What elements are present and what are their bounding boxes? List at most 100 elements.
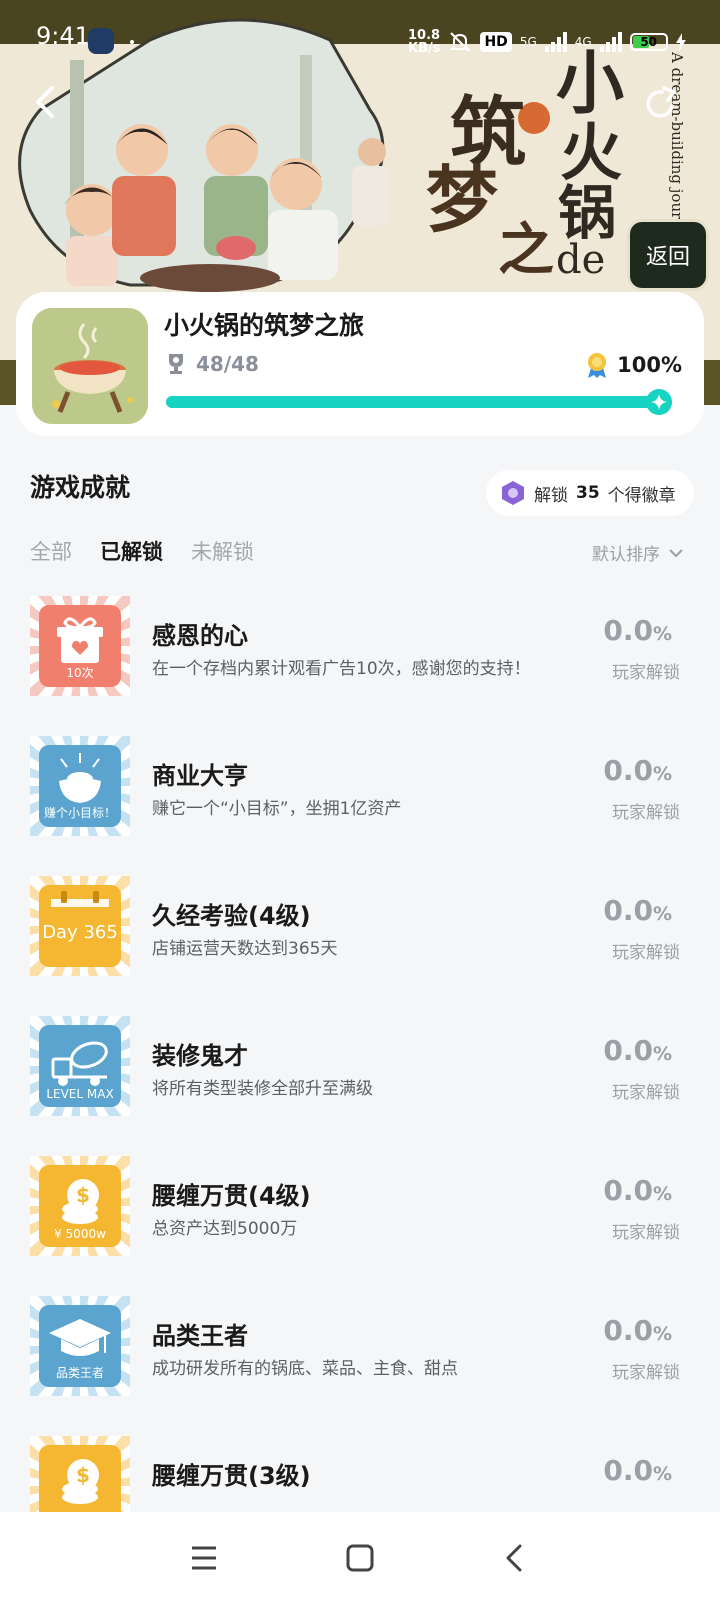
achievement-row[interactable]: $ ¥ 5000w 腰缠万贯(4级) 总资产达到5000万 0.0% 玩家解锁 (0, 1156, 720, 1260)
share-icon[interactable] (642, 84, 682, 124)
status-bar: 9:41 10.8 KB/s HD 5G 4G 50 (0, 0, 720, 55)
return-button[interactable]: 返回 (630, 222, 706, 288)
achievement-row[interactable]: 赚个小目标！ 商业大亨 赚它一个“小目标”，坐拥1亿资产 0.0% 玩家解锁 (0, 736, 720, 840)
achievement-title: 久经考验(4级) (152, 902, 311, 930)
hero-title-char: 火 (560, 116, 623, 189)
battery-level: 50 (640, 35, 658, 49)
unlock-rate: 0.0% (603, 754, 672, 787)
badge-caption: LEVEL MAX (46, 1087, 114, 1101)
unlock-rate-value: 0.0 (603, 1314, 653, 1347)
unlock-rate: 0.0% (603, 1454, 672, 1487)
unlock-rate-value: 0.0 (603, 614, 653, 647)
achievement-description: 将所有类型装修全部升至满级 (152, 1079, 373, 1099)
unlock-rate-label: 玩家解锁 (612, 1083, 680, 1103)
svg-text:$: $ (76, 1463, 90, 1487)
home-icon[interactable] (340, 1538, 380, 1578)
unlock-rate-label: 玩家解锁 (612, 943, 680, 963)
progress-sparkle-icon (646, 389, 672, 415)
achievement-badge: $ ¥ 5000w (30, 1156, 130, 1256)
hero-title-char: 锅 (558, 179, 617, 247)
achievement-title: 腰缠万贯(3级) (152, 1462, 311, 1490)
badge-suffix: 个得徽章 (607, 485, 676, 506)
unlock-rate-value: 0.0 (603, 894, 653, 927)
achievement-row[interactable]: Day 365 久经考验(4级) 店铺运营天数达到365天 0.0% 玩家解锁 (0, 876, 720, 980)
badge-count: 35 (576, 483, 600, 503)
trophy-icon (169, 354, 183, 374)
achievement-badge: Day 365 (30, 876, 130, 976)
game-title: 小火锅的筑梦之旅 (164, 311, 365, 340)
unlock-rate-value: 0.0 (603, 754, 653, 787)
medal-icon (588, 353, 607, 378)
badge-icon (502, 481, 524, 505)
hotpot-logo-icon (32, 308, 148, 424)
badge-caption: 10次 (66, 666, 94, 680)
achievement-description: 成功研发所有的锅底、菜品、主食、甜点 (152, 1359, 458, 1379)
signal-label-5g: 5G (519, 35, 537, 49)
hero-title-char: 小 (556, 44, 625, 124)
app-notification-icon (88, 28, 114, 54)
unlock-rate-label: 玩家解锁 (612, 1363, 680, 1383)
completion-rate: 100% (585, 352, 682, 378)
tab-all[interactable]: 全部 (30, 536, 72, 566)
status-indicators: 10.8 KB/s HD 5G 4G 50 (408, 28, 686, 56)
achievement-row[interactable]: 10次 感恩的心在一个存档内累计观看广告10次，感谢您的支持！ 0.0% 玩家解锁 (0, 596, 720, 700)
game-summary-card: 小火锅的筑梦之旅 48/48 100% (16, 292, 704, 436)
completion-value: 100% (617, 353, 682, 377)
achievement-title: 品类王者 (152, 1322, 248, 1350)
hero-title-char: de (556, 237, 606, 283)
unlock-rate-value: 0.0 (603, 1034, 653, 1067)
tab-locked[interactable]: 未解锁 (191, 536, 254, 566)
hero-title-char: 梦 (426, 157, 499, 242)
trophy-count: 48/48 (166, 352, 259, 376)
achievement-badge: 品类王者 (30, 1296, 130, 1396)
sort-dropdown[interactable]: 默认排序 (592, 540, 684, 565)
progress-fill (166, 396, 672, 408)
unlock-rate: 0.0% (603, 614, 672, 647)
back-icon[interactable] (496, 1538, 536, 1578)
signal-label-4g: 4G (574, 35, 592, 49)
signal-strength-icon (599, 32, 622, 52)
unlock-rate-unit: % (652, 903, 672, 925)
achievements-section-title: 游戏成就 (30, 473, 131, 502)
achievement-row[interactable]: LEVEL MAX 装修鬼才将所有类型装修全部升至满级 0.0% 玩家解锁 (0, 1016, 720, 1120)
sort-label: 默认排序 (592, 545, 660, 565)
mute-bell-icon (450, 32, 471, 52)
unlock-rate: 0.0% (603, 1034, 672, 1067)
unlock-rate: 0.0% (603, 894, 672, 927)
battery-icon: 50 (629, 33, 668, 51)
achievement-row[interactable]: 品类王者 品类王者 成功研发所有的锅底、菜品、主食、甜点 0.0% 玩家解锁 (0, 1296, 720, 1400)
signal-strength-icon (544, 32, 567, 52)
achievement-title: 装修鬼才 (152, 1042, 248, 1070)
unlock-rate-label: 玩家解锁 (612, 663, 680, 683)
tab-unlocked[interactable]: 已解锁 (100, 536, 163, 566)
achievement-title: 商业大亨 (152, 762, 248, 790)
achievement-badge: LEVEL MAX (30, 1016, 130, 1116)
badge-caption: 品类王者 (55, 1366, 104, 1380)
menu-icon[interactable] (184, 1538, 224, 1578)
achievement-title: 感恩的心 (152, 622, 248, 650)
unlock-rate-unit: % (652, 623, 672, 645)
unlock-rate-label: 玩家解锁 (612, 1223, 680, 1243)
achievement-description: 赚它一个“小目标”，坐拥1亿资产 (152, 799, 402, 819)
system-nav-bar (0, 1512, 720, 1600)
hd-badge: HD (480, 32, 512, 52)
net-speed-unit: KB/s (408, 41, 441, 56)
back-arrow-icon[interactable] (28, 84, 64, 120)
game-logo (32, 308, 148, 424)
achievement-title: 腰缠万贯(4级) (152, 1182, 311, 1210)
unlock-rate-unit: % (652, 1463, 672, 1485)
achievement-description: 在一个存档内累计观看广告10次，感谢您的支持！ (152, 659, 531, 679)
badge-prefix: 解锁 (534, 485, 568, 506)
unlock-rate-value: 0.0 (603, 1174, 653, 1207)
badge-caption: Day 365 (42, 922, 118, 943)
unlock-rate: 0.0% (603, 1174, 672, 1207)
badge-unlock-pill[interactable]: 解锁 35 个得徽章 (486, 470, 694, 516)
unlock-rate-unit: % (652, 763, 672, 785)
svg-text:$: $ (76, 1183, 90, 1207)
hero-title-char: 之 (498, 217, 554, 283)
achievement-description: 总资产达到5000万 (152, 1219, 298, 1239)
hero-subtitle: A dream-building journey of mini hotpot (668, 52, 686, 222)
chevron-down-icon (669, 548, 683, 557)
net-speed: 10.8 KB/s (408, 29, 440, 55)
status-time: 9:41 (36, 22, 90, 50)
